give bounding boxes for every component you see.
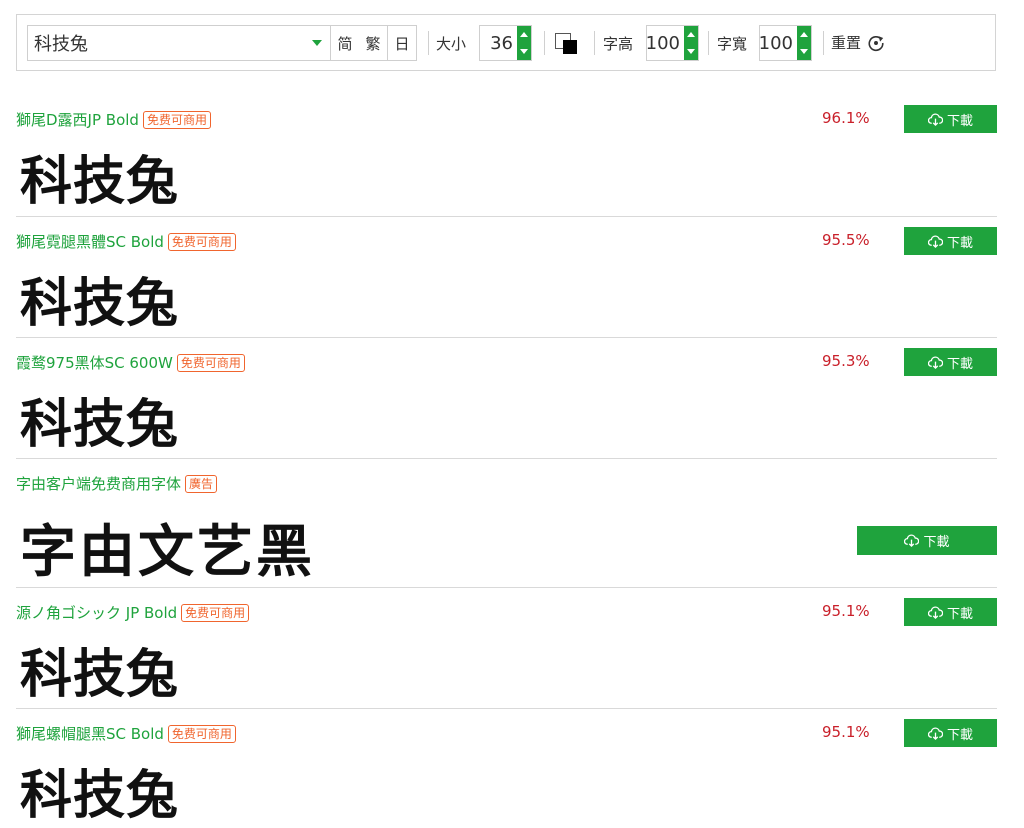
download-button[interactable]: 下載 — [904, 719, 997, 747]
font-list-item: 獅尾D露西JP Bold 免费可商用 96.1% 下載 科技兔 — [16, 99, 997, 217]
width-value[interactable]: 100 — [759, 26, 796, 60]
color-picker[interactable] — [555, 33, 579, 55]
japanese-button[interactable]: 日 — [388, 25, 417, 61]
download-label: 下載 — [946, 727, 973, 743]
download-button[interactable]: 下載 — [904, 105, 997, 133]
toolbar: 简 繁 日 大小 36 字高 100 字寬 100 重置 — [16, 14, 996, 71]
divider — [544, 31, 545, 55]
download-label: 下載 — [946, 113, 973, 129]
download-button[interactable]: 下載 — [904, 598, 997, 626]
font-name-link[interactable]: 獅尾D露西JP Bold 免费可商用 — [16, 109, 211, 130]
license-badge: 免费可商用 — [176, 353, 245, 372]
size-value[interactable]: 36 — [480, 26, 516, 60]
height-increase-button[interactable] — [684, 26, 698, 43]
simplified-button[interactable]: 简 — [331, 25, 360, 61]
font-name[interactable]: 源ノ角ゴシック JP Bold — [16, 602, 177, 623]
foreground-color-swatch[interactable] — [563, 40, 577, 54]
match-percentage: 95.5% — [822, 231, 870, 249]
font-name[interactable]: 獅尾螺帽腿黑SC Bold — [16, 723, 164, 744]
reset-button[interactable]: 重置 — [831, 32, 885, 53]
font-name-link[interactable]: 霞鹜975黑体SC 600W 免费可商用 — [16, 352, 245, 373]
font-preview: 科技兔 — [20, 645, 180, 705]
size-decrease-button[interactable] — [517, 43, 531, 60]
cloud-download-icon — [927, 606, 943, 619]
reset-label: 重置 — [831, 34, 862, 52]
preview-text-field[interactable] — [27, 25, 331, 61]
font-name[interactable]: 獅尾霓腿黑體SC Bold — [16, 231, 164, 252]
license-badge: 免费可商用 — [167, 232, 236, 251]
divider — [708, 31, 709, 55]
arrow-up-icon — [687, 32, 695, 37]
download-label: 下載 — [923, 535, 950, 550]
license-badge: 免费可商用 — [181, 603, 250, 622]
height-value[interactable]: 100 — [646, 26, 683, 60]
download-button[interactable]: 下載 — [904, 348, 997, 376]
license-badge: 免费可商用 — [142, 110, 211, 129]
height-decrease-button[interactable] — [684, 43, 698, 60]
size-increase-button[interactable] — [517, 26, 531, 43]
cloud-download-icon — [904, 534, 920, 548]
size-label: 大小 — [436, 35, 467, 53]
font-name[interactable]: 霞鹜975黑体SC 600W — [16, 352, 173, 373]
font-list-item: 獅尾霓腿黑體SC Bold 免费可商用 95.5% 下載 科技兔 — [16, 217, 997, 338]
reset-icon — [868, 35, 884, 51]
arrow-up-icon — [520, 32, 528, 37]
download-button[interactable]: 下載 — [904, 227, 997, 255]
match-percentage: 96.1% — [822, 109, 870, 127]
divider — [823, 31, 824, 55]
font-name-link[interactable]: 獅尾螺帽腿黑SC Bold 免费可商用 — [16, 723, 236, 744]
width-label: 字寬 — [717, 35, 748, 53]
divider — [428, 31, 429, 55]
font-name[interactable]: 獅尾D露西JP Bold — [16, 109, 139, 130]
width-stepper[interactable]: 100 — [759, 25, 812, 61]
ad-list-item: 字由客户端免费商用字体 廣告 下載 字由文艺黑 — [16, 459, 997, 588]
arrow-up-icon — [800, 32, 808, 37]
size-stepper[interactable]: 36 — [479, 25, 532, 61]
cloud-download-icon — [927, 727, 943, 740]
cloud-download-icon — [927, 356, 943, 369]
match-percentage: 95.1% — [822, 602, 870, 620]
font-preview: 科技兔 — [20, 152, 180, 212]
width-decrease-button[interactable] — [797, 43, 811, 60]
match-percentage: 95.1% — [822, 723, 870, 741]
font-preview: 字由文艺黑 — [20, 520, 315, 585]
download-label: 下載 — [946, 235, 973, 251]
font-list-item: 霞鹜975黑体SC 600W 免费可商用 95.3% 下載 科技兔 — [16, 338, 997, 459]
license-badge: 免费可商用 — [167, 724, 236, 743]
download-label: 下載 — [946, 356, 973, 372]
ad-badge: 廣告 — [185, 474, 218, 493]
arrow-down-icon — [520, 49, 528, 54]
font-name-link[interactable]: 獅尾霓腿黑體SC Bold 免费可商用 — [16, 231, 236, 252]
font-preview: 科技兔 — [20, 395, 180, 455]
ad-title-link[interactable]: 字由客户端免费商用字体 廣告 — [16, 473, 218, 494]
font-list-item: 獅尾螺帽腿黑SC Bold 免费可商用 95.1% 下載 科技兔 — [16, 709, 997, 826]
cloud-download-icon — [927, 113, 943, 126]
font-preview: 科技兔 — [20, 274, 180, 334]
download-label: 下載 — [946, 606, 973, 622]
download-button[interactable]: 下載 — [857, 526, 997, 555]
dropdown-arrow-icon[interactable] — [312, 40, 322, 46]
font-list-item: 源ノ角ゴシック JP Bold 免费可商用 95.1% 下載 科技兔 — [16, 588, 997, 709]
divider — [594, 31, 595, 55]
font-name-link[interactable]: 源ノ角ゴシック JP Bold 免费可商用 — [16, 602, 250, 623]
height-stepper[interactable]: 100 — [646, 25, 699, 61]
arrow-down-icon — [800, 49, 808, 54]
traditional-button[interactable]: 繁 — [359, 25, 388, 61]
arrow-down-icon — [687, 49, 695, 54]
height-label: 字高 — [603, 35, 634, 53]
preview-text-input[interactable] — [28, 28, 312, 58]
width-increase-button[interactable] — [797, 26, 811, 43]
match-percentage: 95.3% — [822, 352, 870, 370]
cloud-download-icon — [927, 235, 943, 248]
ad-title[interactable]: 字由客户端免费商用字体 — [16, 473, 181, 494]
